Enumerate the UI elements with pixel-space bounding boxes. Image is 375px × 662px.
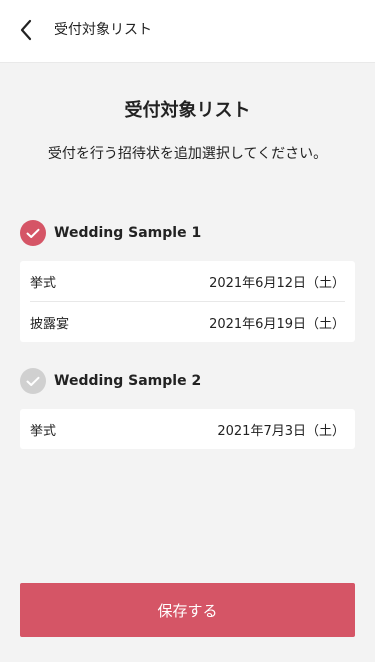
check-icon xyxy=(26,376,40,386)
page-title: 受付対象リスト xyxy=(124,100,251,121)
ceremony-label: 挙式 xyxy=(30,275,57,291)
event-name: Wedding Sample 1 xyxy=(54,225,202,241)
ceremony-date: 2021年7月3日（土） xyxy=(217,423,345,439)
save-button[interactable]: 保存する xyxy=(20,583,355,637)
top-bar: 受付対象リスト xyxy=(0,0,375,63)
list-item: 挙式 2021年7月3日（土） xyxy=(30,409,345,449)
ceremony-label: 挙式 xyxy=(30,423,57,439)
event-card-wedding-sample-1: 挙式 2021年6月12日（土） 披露宴 2021年6月19日（土） xyxy=(20,261,355,342)
checkbox-unchecked[interactable] xyxy=(20,368,46,394)
ceremony-date: 2021年6月12日（土） xyxy=(209,275,345,291)
list-item: 挙式 2021年6月12日（土） xyxy=(30,261,345,301)
checkbox-checked[interactable] xyxy=(20,220,46,246)
back-button[interactable] xyxy=(14,16,38,44)
reception-date: 2021年6月19日（土） xyxy=(209,316,345,332)
page-description: 受付を行う招待状を追加選択してください。 xyxy=(47,146,328,162)
event-toggle-wedding-sample-1[interactable]: Wedding Sample 1 xyxy=(20,219,201,247)
list-item: 披露宴 2021年6月19日（土） xyxy=(30,301,345,342)
event-card-wedding-sample-2: 挙式 2021年7月3日（土） xyxy=(20,409,355,449)
event-name: Wedding Sample 2 xyxy=(54,373,202,389)
check-icon xyxy=(26,228,40,238)
header-title: 受付対象リスト xyxy=(54,22,152,38)
chevron-left-icon xyxy=(20,19,32,41)
reception-label: 披露宴 xyxy=(30,316,70,332)
event-toggle-wedding-sample-2[interactable]: Wedding Sample 2 xyxy=(20,367,201,395)
